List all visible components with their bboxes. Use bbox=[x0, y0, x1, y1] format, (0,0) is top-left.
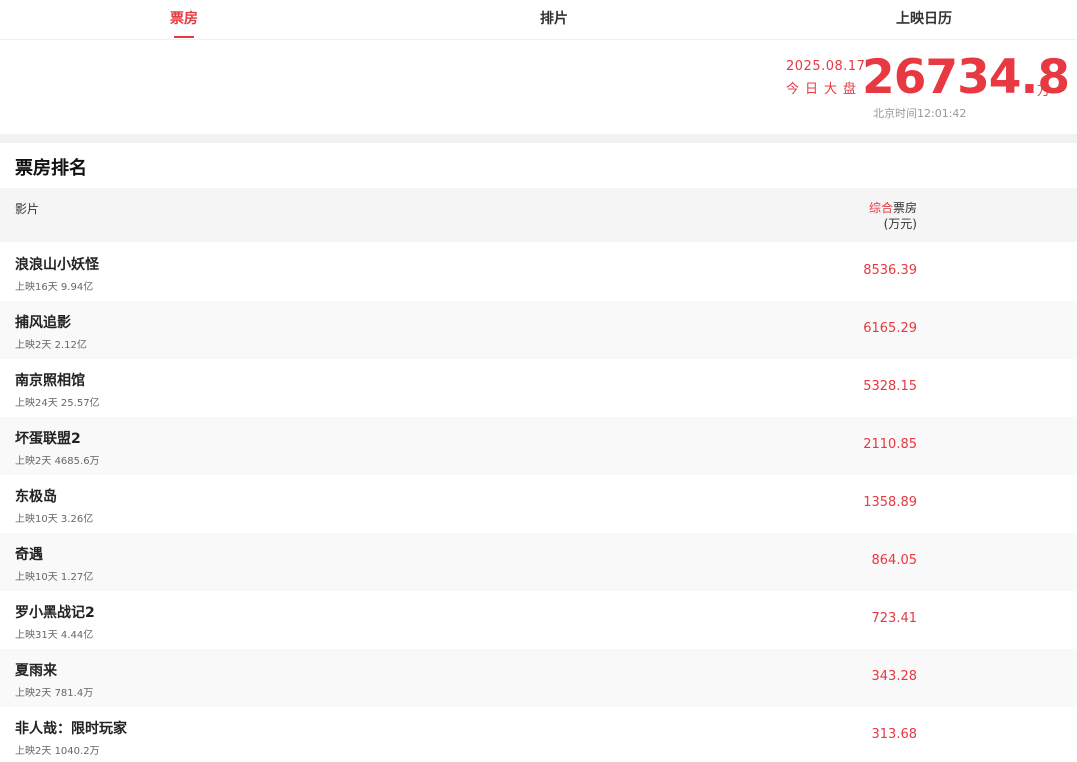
section-title: 票房排名 bbox=[15, 158, 87, 179]
active-tab-indicator bbox=[174, 36, 194, 38]
film-days: 上映31天 bbox=[15, 630, 58, 641]
film-total-gross: 9.94亿 bbox=[60, 282, 94, 293]
film-name: 罗小黑战记2 bbox=[15, 605, 95, 621]
film-meta: 上映2天 2.12亿 bbox=[15, 336, 87, 351]
film-name: 浪浪山小妖怪 bbox=[15, 257, 99, 273]
film-total-gross: 3.26亿 bbox=[60, 514, 94, 525]
summary-label: 今日大盘 bbox=[786, 82, 863, 97]
film-days: 上映2天 bbox=[15, 456, 52, 467]
film-box-office: 313.68 bbox=[871, 727, 918, 742]
table-row[interactable]: 罗小黑战记2 上映31天 4.44亿 723.41 bbox=[0, 591, 1077, 649]
film-meta: 上映2天 781.4万 bbox=[15, 684, 93, 699]
film-total-gross: 1.27亿 bbox=[60, 572, 94, 583]
ranking-list: 浪浪山小妖怪 上映16天 9.94亿 8536.39 捕风追影 上映2天 2.12亿 61… bbox=[0, 243, 1077, 762]
film-name: 南京照相馆 bbox=[15, 373, 85, 389]
summary-beijing-time: 北京时间12:01:42 bbox=[873, 107, 967, 120]
top-tab-bar: 票房 排片 上映日历 bbox=[0, 0, 1077, 40]
summary-total-value: 26734.8 bbox=[862, 50, 1070, 105]
film-box-office: 2110.85 bbox=[863, 437, 917, 452]
film-name: 东极岛 bbox=[15, 489, 57, 505]
film-meta: 上映31天 4.44亿 bbox=[15, 626, 93, 641]
film-name: 夏雨来 bbox=[15, 663, 57, 679]
table-row[interactable]: 夏雨来上映2天 781.4万 343.28 bbox=[0, 649, 1077, 707]
table-row[interactable]: 非人哉：限时玩家 上映2天 1040.2万 313.68 bbox=[0, 707, 1077, 762]
film-name: 奇遇 bbox=[15, 547, 43, 563]
table-row[interactable]: 浪浪山小妖怪 上映16天 9.94亿 8536.39 bbox=[0, 243, 1077, 301]
table-row[interactable]: 奇遇上映10天 1.27亿 864.05 bbox=[0, 533, 1077, 591]
film-name: 坏蛋联盟2 bbox=[15, 431, 81, 447]
film-total-gross: 25.57亿 bbox=[60, 398, 100, 409]
film-days: 上映10天 bbox=[15, 572, 58, 583]
column-header-box-title: 综合票房 bbox=[869, 200, 917, 216]
film-name: 捕风追影 bbox=[15, 315, 71, 331]
summary-unit: 万 bbox=[1037, 84, 1051, 99]
film-total-gross: 1040.2万 bbox=[54, 746, 100, 757]
tab-box-office[interactable]: 票房 bbox=[144, 0, 224, 40]
film-box-office: 8536.39 bbox=[863, 263, 917, 278]
film-total-gross: 4685.6万 bbox=[54, 456, 100, 467]
tab-release-calendar[interactable]: 上映日历 bbox=[874, 0, 974, 40]
tab-schedule[interactable]: 排片 bbox=[514, 0, 594, 40]
film-name: 非人哉：限时玩家 bbox=[15, 721, 127, 737]
film-days: 上映2天 bbox=[15, 340, 52, 351]
film-box-office: 6165.29 bbox=[863, 321, 917, 336]
section-divider bbox=[0, 134, 1077, 143]
film-meta: 上映10天 3.26亿 bbox=[15, 510, 93, 525]
daily-total-panel: 2025.08.17 今日大盘 26734.8 万 北京时间12:01:42 bbox=[0, 40, 1077, 134]
film-total-gross: 781.4万 bbox=[54, 688, 94, 699]
film-meta: 上映10天 1.27亿 bbox=[15, 568, 93, 583]
film-box-office: 5328.15 bbox=[863, 379, 917, 394]
column-header-highlight: 综合 bbox=[868, 201, 893, 215]
film-box-office: 343.28 bbox=[871, 669, 918, 684]
tab-label: 上映日历 bbox=[896, 11, 952, 27]
column-header-rest: 票房 bbox=[892, 201, 917, 215]
table-header: 影片 综合票房 (万元) bbox=[0, 188, 1077, 242]
column-header-box-office[interactable]: 综合票房 (万元) bbox=[869, 200, 917, 232]
column-header-unit: (万元) bbox=[883, 217, 917, 231]
film-box-office: 1358.89 bbox=[863, 495, 917, 510]
film-total-gross: 2.12亿 bbox=[54, 340, 87, 351]
film-days: 上映24天 bbox=[15, 398, 58, 409]
film-days: 上映10天 bbox=[15, 514, 58, 525]
film-days: 上映16天 bbox=[15, 282, 58, 293]
tab-label: 排片 bbox=[540, 11, 568, 27]
film-days: 上映2天 bbox=[15, 688, 52, 699]
film-box-office: 723.41 bbox=[871, 611, 918, 626]
film-meta: 上映24天 25.57亿 bbox=[15, 394, 100, 409]
film-meta: 上映2天 1040.2万 bbox=[15, 742, 100, 757]
table-row[interactable]: 东极岛上映10天 3.26亿 1358.89 bbox=[0, 475, 1077, 533]
summary-date: 2025.08.17 bbox=[786, 59, 866, 74]
film-meta: 上映16天 9.94亿 bbox=[15, 278, 93, 293]
film-total-gross: 4.44亿 bbox=[60, 630, 94, 641]
film-meta: 上映2天 4685.6万 bbox=[15, 452, 100, 467]
table-row[interactable]: 捕风追影上映2天 2.12亿 6165.29 bbox=[0, 301, 1077, 359]
table-row[interactable]: 坏蛋联盟2 上映2天 4685.6万 2110.85 bbox=[0, 417, 1077, 475]
tab-label: 票房 bbox=[170, 11, 198, 27]
table-row[interactable]: 南京照相馆上映24天 25.57亿 5328.15 bbox=[0, 359, 1077, 417]
film-box-office: 864.05 bbox=[871, 553, 918, 568]
film-days: 上映2天 bbox=[15, 746, 52, 757]
column-header-film: 影片 bbox=[15, 202, 40, 216]
